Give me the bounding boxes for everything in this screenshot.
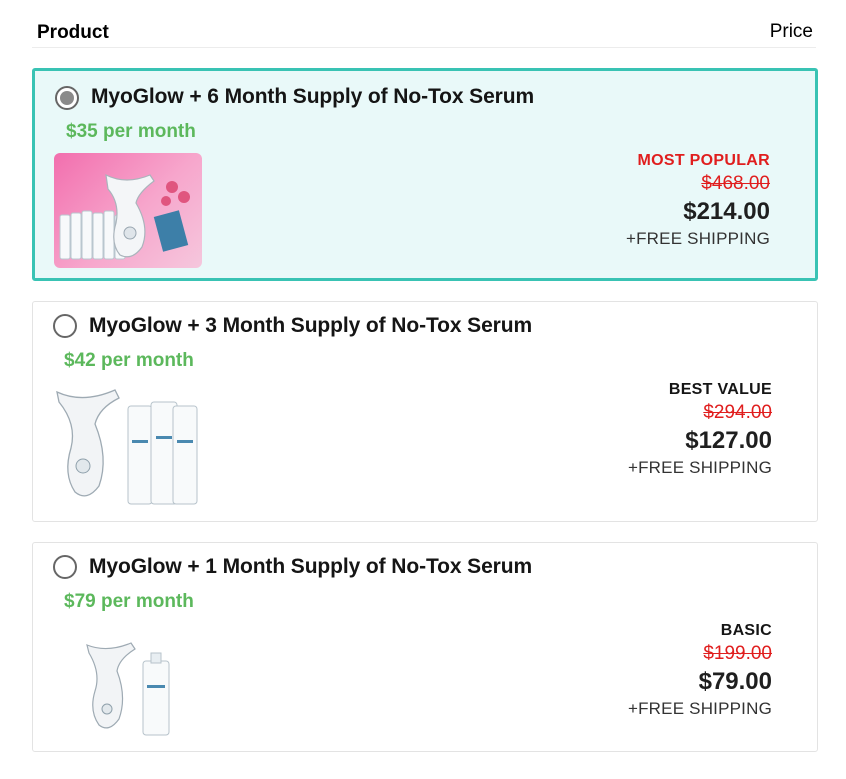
offer-title: MyoGlow + 3 Month Supply of No-Tox Serum: [89, 314, 533, 337]
original-price: $468.00: [701, 173, 770, 194]
offer-title: MyoGlow + 1 Month Supply of No-Tox Serum: [89, 555, 533, 578]
product-column-header: Product: [37, 22, 109, 43]
offer-pricing: MOST POPULAR $468.00 $214.00 +FREE SHIPP…: [626, 151, 770, 251]
shipping-note: +FREE SHIPPING: [627, 458, 772, 477]
offer-card-1-month[interactable]: MyoGlow + 1 Month Supply of No-Tox Serum…: [32, 542, 818, 752]
offer-radio-1-month[interactable]: [53, 555, 77, 579]
table-header: Product Price: [0, 0, 846, 48]
original-price: $294.00: [703, 402, 772, 423]
original-price: $199.00: [703, 643, 772, 664]
offer-badge: MOST POPULAR: [637, 152, 770, 169]
offer-badge: BASIC: [720, 622, 772, 639]
offer-pricing: BEST VALUE $294.00 $127.00 +FREE SHIPPIN…: [628, 380, 772, 480]
sale-price: $79.00: [698, 668, 772, 695]
offer-radio-6-month[interactable]: [55, 86, 79, 110]
header-divider: [32, 47, 816, 48]
shipping-note: +FREE SHIPPING: [627, 699, 772, 718]
product-image-1-month: [83, 639, 183, 739]
offer-card-6-month[interactable]: MyoGlow + 6 Month Supply of No-Tox Serum…: [32, 68, 818, 281]
offer-card-3-month[interactable]: MyoGlow + 3 Month Supply of No-Tox Serum…: [32, 301, 818, 522]
shipping-note: +FREE SHIPPING: [625, 229, 770, 248]
price-column-header: Price: [769, 21, 813, 42]
offer-monthly-price: $79 per month: [64, 591, 194, 612]
radio-selected-dot: [60, 91, 74, 105]
sale-price: $214.00: [683, 198, 770, 225]
offer-radio-3-month[interactable]: [53, 314, 77, 338]
offer-monthly-price: $42 per month: [64, 350, 194, 371]
offer-pricing: BASIC $199.00 $79.00 +FREE SHIPPING: [628, 621, 772, 721]
offer-badge: BEST VALUE: [668, 381, 772, 398]
offer-title: MyoGlow + 6 Month Supply of No-Tox Serum: [91, 85, 535, 108]
sale-price: $127.00: [685, 427, 772, 454]
offer-monthly-price: $35 per month: [66, 121, 196, 142]
product-image-3-month: [53, 378, 203, 510]
product-image-6-month: [54, 153, 202, 268]
